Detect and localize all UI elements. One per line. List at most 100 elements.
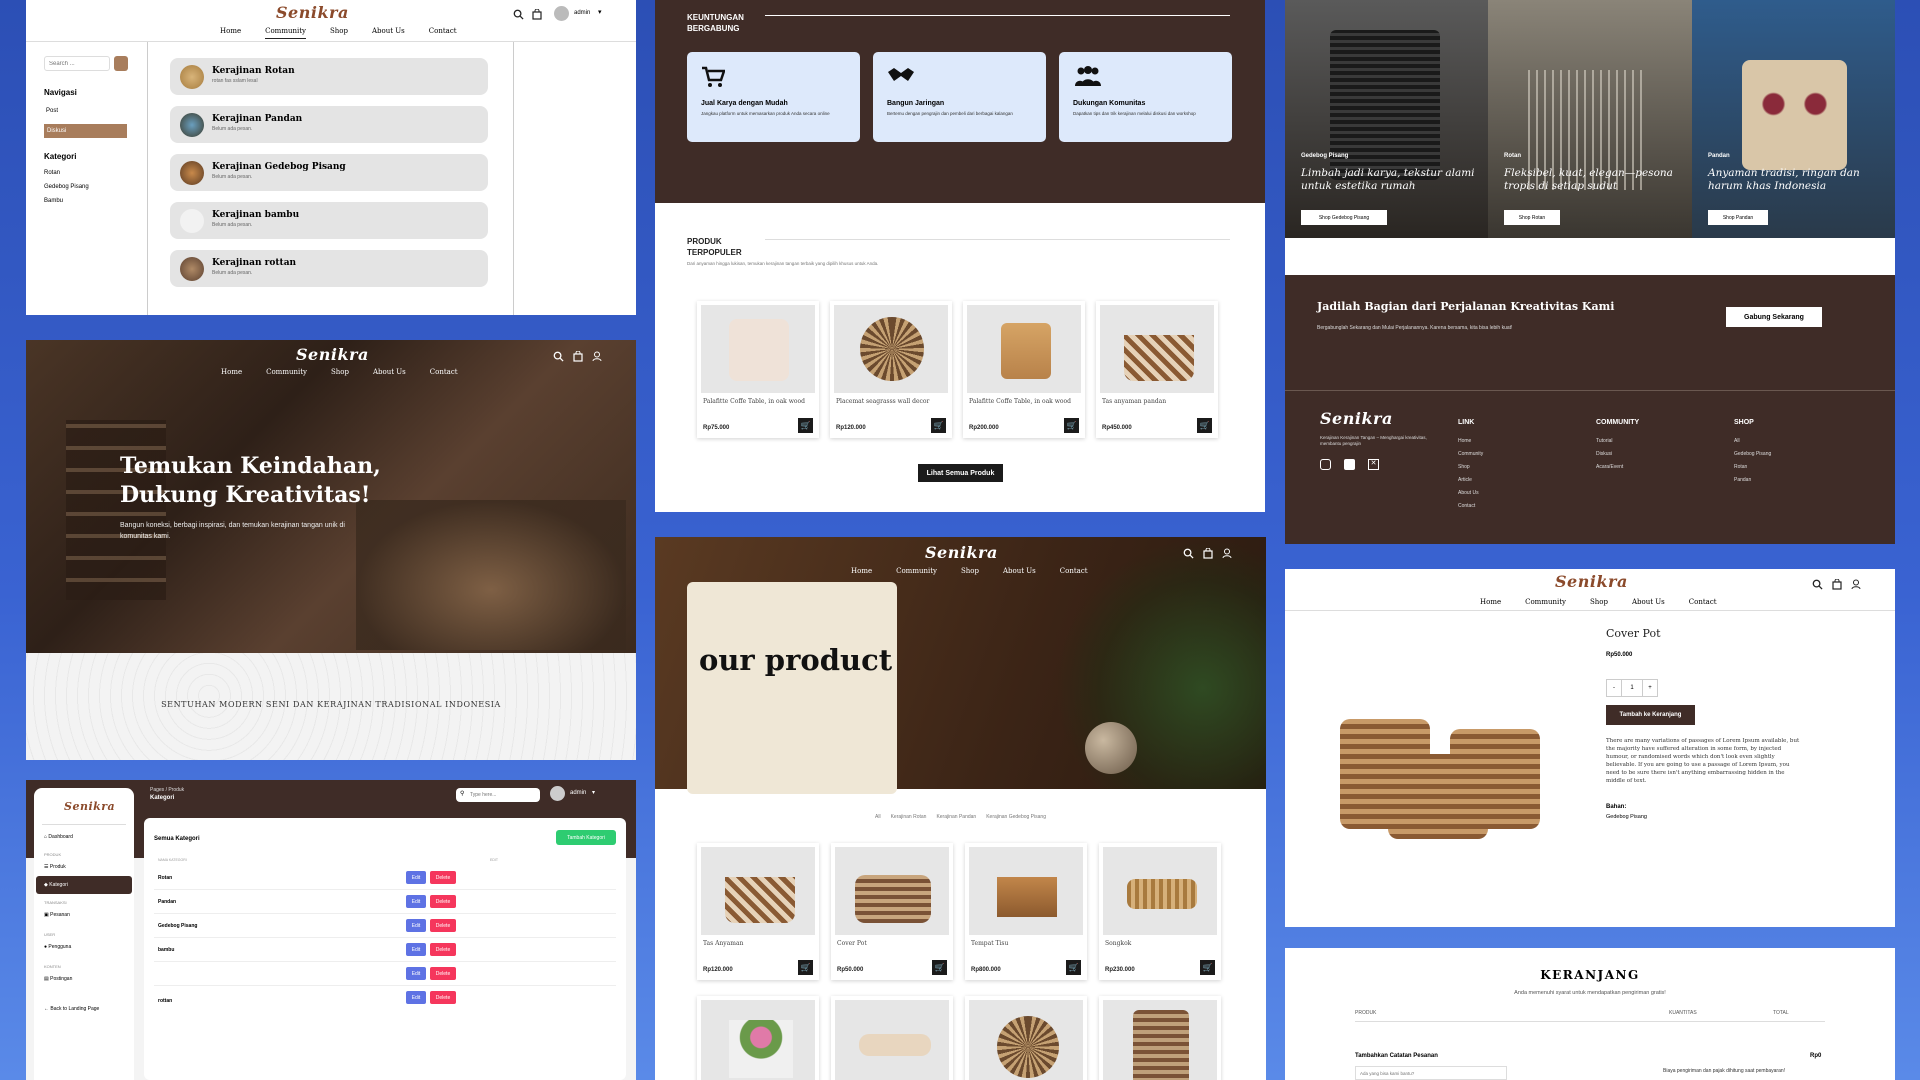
site-logo[interactable]: Senikra: [925, 543, 998, 562]
nav-home[interactable]: Home: [220, 27, 241, 39]
filter-all[interactable]: All: [875, 814, 881, 820]
user-icon[interactable]: [592, 351, 602, 362]
delete-button[interactable]: Delete: [430, 943, 456, 956]
sidebar-item-diskusi[interactable]: Diskusi: [44, 124, 127, 138]
nav-shop[interactable]: Shop: [331, 368, 349, 379]
site-logo[interactable]: Senikra: [296, 345, 369, 364]
list-item[interactable]: Kerajinan bambu Belum ada pesan.: [170, 202, 488, 239]
filter-gedebog[interactable]: Kerajinan Gedebog Pisang: [986, 814, 1046, 820]
filter-rotan[interactable]: Kerajinan Rotan: [891, 814, 927, 820]
footer-link-article[interactable]: Article: [1458, 474, 1483, 487]
sidebar-item-dashboard[interactable]: ⌂ Dashboard: [44, 834, 73, 840]
nav-home[interactable]: Home: [221, 368, 242, 379]
footer-link-pandan[interactable]: Pandan: [1734, 474, 1771, 487]
list-item[interactable]: Kerajinan rottan Belum ada pesan.: [170, 250, 488, 287]
product-card[interactable]: Palafitte Coffe Table, in oak wood Rp75.…: [697, 301, 819, 438]
list-item[interactable]: Kerajinan Gedebog Pisang Belum ada pesan…: [170, 154, 488, 191]
add-to-cart-button[interactable]: 🛒: [798, 418, 813, 433]
add-to-cart-button[interactable]: Tambah ke Keranjang: [1606, 705, 1695, 725]
user-icon[interactable]: [1851, 579, 1861, 590]
nav-contact[interactable]: Contact: [1060, 567, 1088, 578]
quantity-stepper[interactable]: - 1 +: [1606, 679, 1658, 697]
category-gedebog[interactable]: Gedebog Pisang: [44, 184, 89, 190]
site-logo[interactable]: Senikra: [1555, 572, 1628, 591]
nav-about[interactable]: About Us: [373, 368, 406, 379]
delete-button[interactable]: Delete: [430, 919, 456, 932]
footer-link-home[interactable]: Home: [1458, 435, 1483, 448]
chevron-down-icon[interactable]: ▾: [598, 8, 602, 16]
nav-shop[interactable]: Shop: [1590, 598, 1608, 609]
delete-button[interactable]: Delete: [430, 871, 456, 884]
nav-contact[interactable]: Contact: [430, 368, 458, 379]
nav-contact[interactable]: Contact: [1689, 598, 1717, 609]
product-card[interactable]: Palafitte Coffe Table, in oak wood Rp200…: [963, 301, 1085, 438]
increase-button[interactable]: +: [1642, 680, 1657, 696]
product-card[interactable]: [697, 996, 819, 1080]
cart-icon[interactable]: [1203, 548, 1213, 559]
footer-link-event[interactable]: Acara/Event: [1596, 461, 1623, 474]
sidebar-item-produk[interactable]: ☰ Produk: [44, 864, 66, 870]
delete-button[interactable]: Delete: [430, 895, 456, 908]
footer-link-gedebog[interactable]: Gedebog Pisang: [1734, 448, 1771, 461]
edit-button[interactable]: Edit: [406, 943, 426, 956]
chevron-down-icon[interactable]: ▾: [592, 789, 595, 796]
nav-community[interactable]: Community: [265, 27, 306, 39]
nav-about[interactable]: About Us: [1632, 598, 1665, 609]
edit-button[interactable]: Edit: [406, 919, 426, 932]
cart-icon[interactable]: [1832, 579, 1842, 590]
user-name[interactable]: admin: [570, 790, 586, 796]
sidebar-item-postingan[interactable]: ▤ Postingan: [44, 976, 72, 982]
add-to-cart-button[interactable]: 🛒: [1064, 418, 1079, 433]
site-logo[interactable]: Senikra: [276, 3, 349, 22]
add-to-cart-button[interactable]: 🛒: [931, 418, 946, 433]
see-all-products-button[interactable]: Lihat Semua Produk: [918, 464, 1003, 482]
sidebar-item-post[interactable]: Post: [46, 108, 58, 114]
footer-link-about[interactable]: About Us: [1458, 487, 1483, 500]
category-rotan[interactable]: Rotan: [44, 170, 60, 176]
nav-about[interactable]: About Us: [372, 27, 405, 39]
nav-community[interactable]: Community: [896, 567, 937, 578]
add-to-cart-button[interactable]: 🛒: [1066, 960, 1081, 975]
list-item[interactable]: Kerajinan Rotan rotan fas sslam lesal: [170, 58, 488, 95]
shop-rotan-button[interactable]: Shop Rotan: [1504, 210, 1560, 225]
product-card[interactable]: Placemat seagrasss wall decor Rp120.000 …: [830, 301, 952, 438]
delete-button[interactable]: Delete: [430, 991, 456, 1004]
footer-link-shop[interactable]: Shop: [1458, 461, 1483, 474]
category-bambu[interactable]: Bambu: [44, 198, 63, 204]
back-to-landing-link[interactable]: ← Back to Landing Page: [44, 1006, 99, 1012]
product-card[interactable]: Tas Anyaman Rp120.000 🛒: [697, 843, 819, 980]
nav-shop[interactable]: Shop: [330, 27, 348, 39]
edit-button[interactable]: Edit: [406, 967, 426, 980]
avatar[interactable]: [554, 6, 569, 21]
footer-link-community[interactable]: Community: [1458, 448, 1483, 461]
filter-pandan[interactable]: Kerajinan Pandan: [936, 814, 976, 820]
edit-button[interactable]: Edit: [406, 991, 426, 1004]
avatar[interactable]: [550, 786, 565, 801]
nav-community[interactable]: Community: [1525, 598, 1566, 609]
add-to-cart-button[interactable]: 🛒: [798, 960, 813, 975]
edit-button[interactable]: Edit: [406, 895, 426, 908]
edit-button[interactable]: Edit: [406, 871, 426, 884]
cart-icon[interactable]: [532, 9, 542, 20]
search-icon[interactable]: [1812, 579, 1823, 590]
footer-link-tutorial[interactable]: Tutorial: [1596, 435, 1623, 448]
nav-about[interactable]: About Us: [1003, 567, 1036, 578]
shop-gedebog-button[interactable]: Shop Gedebog Pisang: [1301, 210, 1387, 225]
footer-link-rotan[interactable]: Rotan: [1734, 461, 1771, 474]
product-card[interactable]: Songkok Rp230.000 🛒: [1099, 843, 1221, 980]
delete-button[interactable]: Delete: [430, 967, 456, 980]
footer-link-all[interactable]: All: [1734, 435, 1771, 448]
add-category-button[interactable]: Tambah Kategori: [556, 830, 616, 845]
join-now-button[interactable]: Gabung Sekarang: [1726, 307, 1822, 327]
add-to-cart-button[interactable]: 🛒: [1200, 960, 1215, 975]
user-icon[interactable]: [1222, 548, 1232, 559]
x-twitter-icon[interactable]: ✕: [1368, 459, 1379, 470]
shop-pandan-button[interactable]: Shop Pandan: [1708, 210, 1768, 225]
footer-link-diskusi[interactable]: Diskusi: [1596, 448, 1623, 461]
product-card[interactable]: Tempat Tisu Rp800.000 🛒: [965, 843, 1087, 980]
quantity-value[interactable]: 1: [1622, 680, 1642, 696]
product-card[interactable]: Cover Pot Rp50.000 🛒: [831, 843, 953, 980]
search-input[interactable]: [44, 56, 110, 71]
list-item[interactable]: Kerajinan Pandan Belum ada pesan.: [170, 106, 488, 143]
sidebar-item-kategori[interactable]: ◆ Kategori: [36, 876, 132, 894]
